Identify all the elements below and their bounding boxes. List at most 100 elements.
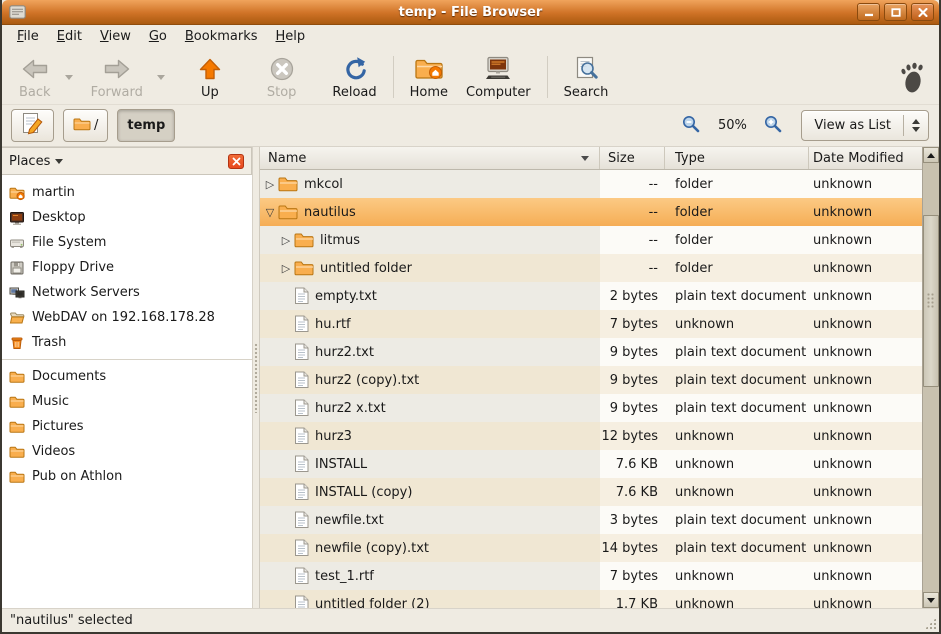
file-icon (294, 483, 309, 501)
zoom-out-button[interactable] (680, 113, 702, 139)
file-size: 12 bytes (600, 429, 665, 444)
table-row[interactable]: hurz312 bytesunknownunknown (260, 422, 922, 450)
menu-edit[interactable]: Edit (48, 26, 91, 47)
menu-bookmarks[interactable]: Bookmarks (176, 26, 267, 47)
sidebar-item-pub-on-athlon[interactable]: Pub on Athlon (2, 464, 252, 489)
file-date-modified: unknown (809, 177, 922, 192)
table-row[interactable]: empty.txt2 bytesplain text documentunkno… (260, 282, 922, 310)
close-sidebar-button[interactable] (228, 154, 244, 169)
sidebar-item-music[interactable]: Music (2, 389, 252, 414)
edit-location-button[interactable] (11, 109, 54, 142)
file-icon (294, 511, 309, 529)
computer-button[interactable]: Computer (457, 51, 540, 103)
table-row[interactable]: test_1.rtf7 bytesunknownunknown (260, 562, 922, 590)
file-size: 9 bytes (600, 373, 665, 388)
column-header-date-modified[interactable]: Date Modified (809, 147, 922, 169)
statusbar: "nautilus" selected (2, 608, 939, 632)
file-size: -- (600, 177, 665, 192)
forward-dropdown[interactable] (152, 51, 170, 103)
chevron-down-icon (55, 159, 63, 164)
sidebar-item-webdav-on-192-168-178-28[interactable]: WebDAV on 192.168.178.28 (2, 305, 252, 330)
network-icon (9, 285, 25, 301)
scrollbar-track[interactable] (923, 163, 939, 592)
file-date-modified: unknown (809, 541, 922, 556)
table-row[interactable]: hu.rtf7 bytesunknownunknown (260, 310, 922, 338)
expander-collapsed-icon[interactable]: ▷ (280, 235, 292, 246)
view-mode-select[interactable]: View as List (801, 110, 929, 141)
sidebar-item-floppy-drive[interactable]: Floppy Drive (2, 255, 252, 280)
up-button[interactable]: Up (188, 51, 232, 103)
table-row[interactable]: hurz2 x.txt9 bytesplain text documentunk… (260, 394, 922, 422)
expander-collapsed-icon[interactable]: ▷ (280, 263, 292, 274)
scroll-up-button[interactable] (923, 147, 939, 163)
table-row[interactable]: INSTALL7.6 KBunknownunknown (260, 450, 922, 478)
minimize-button[interactable] (857, 3, 880, 21)
path-root-button[interactable]: / (63, 109, 108, 142)
folder-icon (73, 117, 91, 135)
back-button[interactable]: Back (10, 51, 60, 103)
scroll-down-button[interactable] (923, 592, 939, 608)
file-type: plain text document (665, 345, 809, 360)
titlebar[interactable]: temp - File Browser (2, 0, 939, 25)
file-type: folder (665, 177, 809, 192)
table-row[interactable]: ▷untitled folder--folderunknown (260, 254, 922, 282)
sidebar-item-file-system[interactable]: File System (2, 230, 252, 255)
table-row[interactable]: ▽nautilus--folderunknown (260, 198, 922, 226)
sidebar-item-documents[interactable]: Documents (2, 364, 252, 389)
menu-view[interactable]: View (91, 26, 140, 47)
table-row[interactable]: hurz2.txt9 bytesplain text documentunkno… (260, 338, 922, 366)
sidebar-splitter[interactable] (252, 147, 260, 608)
file-type: plain text document (665, 513, 809, 528)
sidebar-item-pictures[interactable]: Pictures (2, 414, 252, 439)
menu-go[interactable]: Go (140, 26, 176, 47)
file-size: -- (600, 261, 665, 276)
file-size: -- (600, 205, 665, 220)
home-button[interactable]: Home (401, 51, 457, 103)
places-header[interactable]: Places (2, 147, 252, 175)
file-icon (294, 539, 309, 557)
expander-collapsed-icon[interactable]: ▷ (264, 179, 276, 190)
back-dropdown[interactable] (60, 51, 78, 103)
table-row[interactable]: newfile (copy).txt14 bytesplain text doc… (260, 534, 922, 562)
column-header-name[interactable]: Name (260, 147, 600, 169)
file-size: 14 bytes (600, 541, 665, 556)
table-row[interactable]: ▷mkcol--folderunknown (260, 170, 922, 198)
file-name: newfile.txt (315, 513, 384, 528)
sidebar-item-desktop[interactable]: Desktop (2, 205, 252, 230)
expander-expanded-icon[interactable]: ▽ (264, 207, 276, 218)
resize-grip[interactable] (924, 617, 937, 630)
scrollbar-thumb[interactable] (923, 215, 939, 387)
forward-button[interactable]: Forward (82, 51, 152, 103)
reload-button[interactable]: Reload (323, 51, 385, 103)
close-button[interactable] (911, 3, 934, 21)
search-button[interactable]: Search (555, 51, 618, 103)
stop-button[interactable]: Stop (258, 51, 306, 103)
column-header-size[interactable]: Size (600, 147, 665, 169)
location-bar: / temp 50% View as List (2, 105, 939, 147)
menu-file[interactable]: File (8, 26, 48, 47)
sidebar-item-martin[interactable]: martin (2, 180, 252, 205)
file-size: 1.7 KB (600, 597, 665, 609)
sidebar-item-trash[interactable]: Trash (2, 330, 252, 355)
zoom-in-button[interactable] (762, 113, 784, 139)
menu-help[interactable]: Help (267, 26, 315, 47)
sidebar-item-label: File System (32, 235, 106, 250)
sidebar-item-network-servers[interactable]: Network Servers (2, 280, 252, 305)
vertical-scrollbar[interactable] (922, 147, 939, 608)
desktop-icon (9, 210, 25, 226)
path-current-button[interactable]: temp (117, 109, 175, 142)
forward-arrow-icon (103, 54, 131, 84)
table-row[interactable]: newfile.txt3 bytesplain text documentunk… (260, 506, 922, 534)
zoom-in-icon (764, 115, 782, 137)
computer-icon (483, 54, 513, 84)
table-row[interactable]: untitled folder (2)1.7 KBunknownunknown (260, 590, 922, 608)
sidebar-item-videos[interactable]: Videos (2, 439, 252, 464)
maximize-button[interactable] (884, 3, 907, 21)
column-header-type[interactable]: Type (665, 147, 809, 169)
places-sidebar: Places martinDesktop File System Floppy Dr… (2, 147, 252, 608)
table-row[interactable]: hurz2 (copy).txt9 bytesplain text docume… (260, 366, 922, 394)
table-row[interactable]: ▷litmus--folderunknown (260, 226, 922, 254)
file-type: unknown (665, 429, 809, 444)
table-row[interactable]: INSTALL (copy)7.6 KBunknownunknown (260, 478, 922, 506)
file-name: empty.txt (315, 289, 377, 304)
